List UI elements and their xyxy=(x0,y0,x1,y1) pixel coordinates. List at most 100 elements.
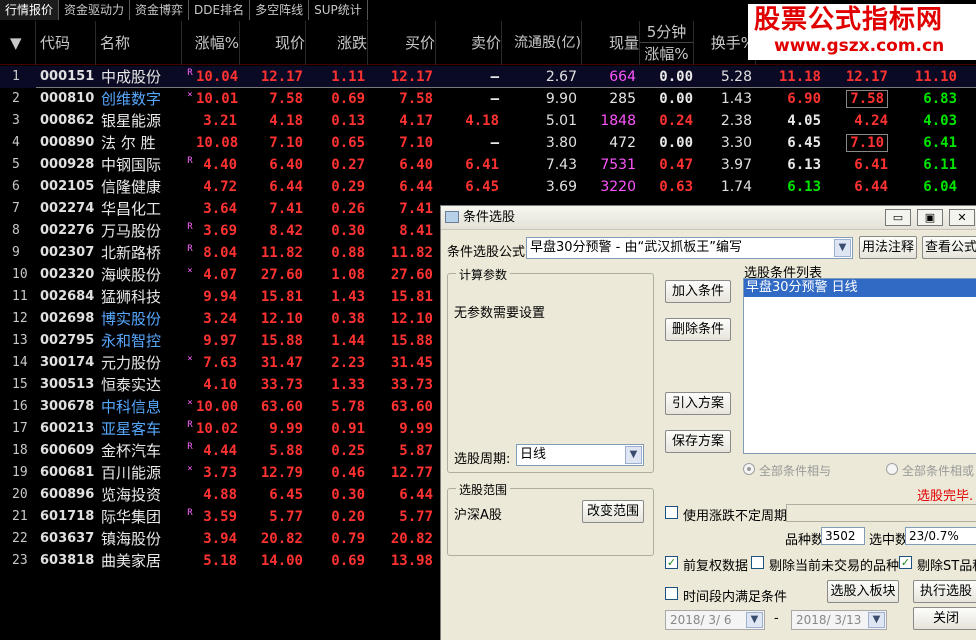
change-pct: 3.64 xyxy=(203,201,237,217)
table-row[interactable]: 5 000928 中钢国际 R 4.40 6.40 0.27 6.40 6.41 7.43 7531… xyxy=(0,154,976,176)
col-5min-label: 5分钟 xyxy=(640,21,693,43)
stock-name: 博实股份 xyxy=(101,310,162,328)
tab-fund-game[interactable]: 资金博弈 xyxy=(130,0,190,20)
params-group-label: 计算参数 xyxy=(456,266,511,283)
prev-adj-checkbox[interactable]: ✓ xyxy=(665,556,678,569)
date-to[interactable]: 2018/ 3/13 ▼ xyxy=(791,610,887,630)
delete-condition-button[interactable]: 删除条件 xyxy=(665,318,731,341)
time-cond-checkbox[interactable] xyxy=(665,587,678,600)
tab-long-short[interactable]: 多空阵线 xyxy=(250,0,310,20)
table-row[interactable]: 2 000810 创维数字 × 10.01 7.58 0.69 7.58 — 9.90 285 0.0… xyxy=(0,88,976,110)
bid-price: 31.45 xyxy=(390,355,433,371)
stock-name: 镇海股份 xyxy=(101,530,162,548)
change-pct: 4.88 xyxy=(203,487,237,503)
change-amount: 1.08 xyxy=(331,267,365,283)
table-row[interactable]: 3 000862 银星能源 3.21 4.18 0.13 4.17 4.18 5.01 1848 0… xyxy=(0,110,976,132)
change-pct: 4.07 xyxy=(203,267,237,283)
col-name[interactable]: 名称 xyxy=(96,21,182,65)
price-col-3: 6.41 xyxy=(923,135,957,151)
unfixed-period-field[interactable] xyxy=(786,504,976,522)
range-text: 沪深A股 xyxy=(454,508,502,523)
change-amount: 0.30 xyxy=(331,487,365,503)
price-col-1: 6.13 xyxy=(787,179,821,195)
change-range-button[interactable]: 改变范围 xyxy=(582,500,644,523)
exclude-st-checkbox[interactable]: ✓ xyxy=(899,556,912,569)
bid-price: 8.41 xyxy=(399,223,433,239)
change-pct: 3.59 xyxy=(203,509,237,525)
minimize-icon[interactable]: ▭ xyxy=(885,209,911,226)
col-change[interactable]: 涨跌 xyxy=(306,21,368,65)
stock-code: 002276 xyxy=(40,223,95,238)
view-formula-button[interactable]: 查看公式 xyxy=(922,236,976,259)
table-row[interactable]: 1 000151 中成股份 R 10.04 12.17 1.11 12.17 — 2.67 664 0… xyxy=(0,66,976,88)
count-value: 3502 xyxy=(821,527,865,545)
table-row[interactable]: 4 000890 法 尔 胜 10.08 7.10 0.65 7.10 — 3.80 472 0.0… xyxy=(0,132,976,154)
range-group-label: 选股范围 xyxy=(456,481,511,498)
table-row[interactable]: 6 002105 信隆健康 4.72 6.44 0.29 6.44 6.45 3.69 3220 0… xyxy=(0,176,976,198)
save-scheme-button[interactable]: 保存方案 xyxy=(665,430,731,453)
stock-code: 000151 xyxy=(40,69,95,84)
col-volume[interactable]: 现量 xyxy=(582,21,640,65)
col-code[interactable]: 代码 xyxy=(36,21,96,65)
bid-price: 12.10 xyxy=(390,311,433,327)
period-select[interactable]: 日线 ▼ xyxy=(516,444,644,466)
chevron-down-icon: ▼ xyxy=(746,612,763,628)
maximize-icon[interactable]: ▣ xyxy=(917,209,943,226)
current-price: 4.18 xyxy=(269,113,303,129)
change-pct: 7.63 xyxy=(203,355,237,371)
col-float-shares[interactable]: 流通股(亿) xyxy=(502,21,582,65)
bid-price: 9.99 xyxy=(399,421,433,437)
tab-quotes[interactable]: 行情报价 xyxy=(0,0,60,20)
radio-or[interactable] xyxy=(886,463,898,475)
turnover: 5.28 xyxy=(720,69,752,85)
price-col-3: 4.03 xyxy=(923,113,957,129)
date-from[interactable]: 2018/ 3/ 6 ▼ xyxy=(665,610,765,630)
row-index: 9 xyxy=(12,245,20,260)
unfixed-period-label: 使用涨跌不定周期 xyxy=(683,509,788,524)
col-turnover[interactable]: 换手% xyxy=(694,21,756,65)
change-amount: 1.44 xyxy=(331,333,365,349)
tab-dde-rank[interactable]: DDE排名 xyxy=(189,0,251,20)
price-col-3: 6.83 xyxy=(923,91,957,107)
stock-code: 002307 xyxy=(40,245,95,260)
usage-button[interactable]: 用法注释 xyxy=(859,236,917,259)
radio-and[interactable] xyxy=(743,463,755,475)
col-bid[interactable]: 买价 xyxy=(368,21,436,65)
stock-mark-icon: R xyxy=(184,242,196,264)
tab-fund-drive[interactable]: 资金驱动力 xyxy=(59,0,131,20)
date-to-value: 2018/ 3/13 xyxy=(796,613,862,627)
turnover: 1.43 xyxy=(720,91,752,107)
chevron-down-icon: ▼ xyxy=(625,446,642,464)
formula-select[interactable]: 早盘30分预警 - 由“武汉抓板王”编写 ▼ xyxy=(526,237,853,259)
change-pct: 10.01 xyxy=(196,91,239,107)
row-index: 17 xyxy=(12,421,28,436)
col-ask[interactable]: 卖价 xyxy=(436,21,502,65)
unfixed-period-checkbox[interactable] xyxy=(665,506,678,519)
price-col-1: 11.18 xyxy=(778,69,821,85)
stock-code: 600609 xyxy=(40,443,95,458)
col-5min-pct[interactable]: 5分钟 涨幅% xyxy=(640,21,694,65)
condition-item[interactable]: 早盘30分预警 日线 xyxy=(744,279,976,297)
add-condition-button[interactable]: 加入条件 xyxy=(665,280,731,303)
tab-sup-stats[interactable]: SUP统计 xyxy=(309,0,368,20)
stock-code: 000810 xyxy=(40,91,95,106)
close-button[interactable]: 关闭 xyxy=(913,607,976,630)
row-index: 13 xyxy=(12,333,28,348)
stock-mark-icon: R xyxy=(184,66,196,88)
stock-name: 百川能源 xyxy=(101,464,162,482)
stock-mark-icon: R xyxy=(184,440,196,462)
condition-list[interactable]: 早盘30分预警 日线 xyxy=(743,278,976,454)
import-scheme-button[interactable]: 引入方案 xyxy=(665,392,731,415)
sort-arrow-icon[interactable]: ▼ xyxy=(0,21,36,65)
stock-name: 海峡股份 xyxy=(101,266,162,284)
ask-price: 6.45 xyxy=(465,179,499,195)
change-amount: 0.65 xyxy=(331,135,365,151)
col-pct[interactable]: 涨幅% xyxy=(182,21,240,65)
close-icon[interactable]: ✕ xyxy=(949,209,975,226)
bid-price: 6.44 xyxy=(399,179,433,195)
execute-button[interactable]: 执行选股 xyxy=(913,580,976,603)
exclude-untraded-checkbox[interactable] xyxy=(751,556,764,569)
into-block-button[interactable]: 选股入板块 xyxy=(827,580,899,603)
col-price[interactable]: 现价 xyxy=(240,21,306,65)
bid-price: 5.87 xyxy=(399,443,433,459)
